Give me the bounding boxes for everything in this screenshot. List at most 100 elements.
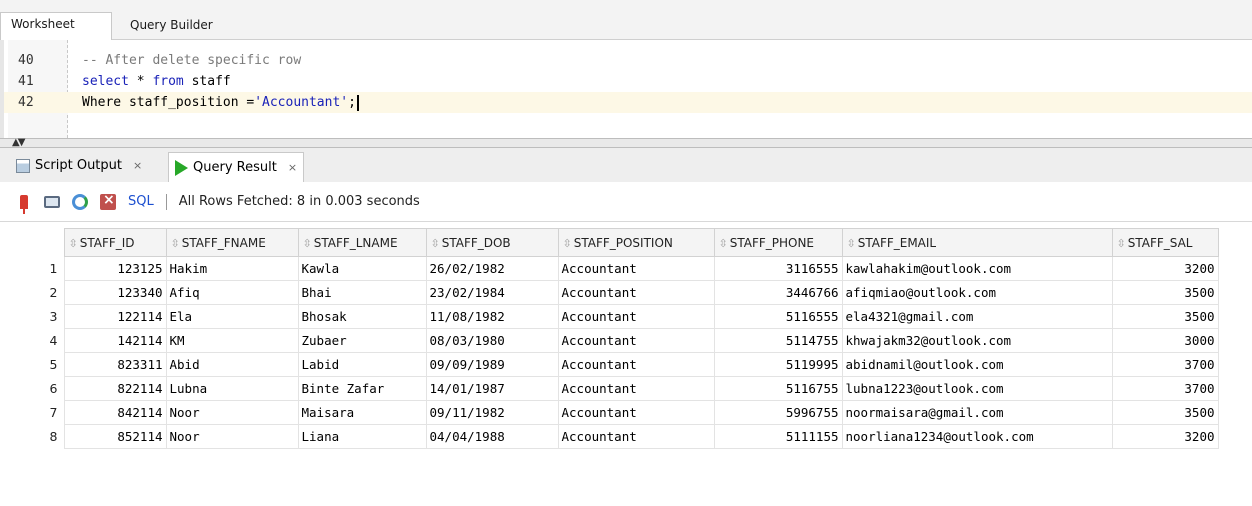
- table-row[interactable]: 7 842114 Noor Maisara 09/11/1982 Accountant 59…: [0, 400, 1219, 425]
- table-cell[interactable]: Zubaer: [297, 328, 427, 353]
- tab-script-output[interactable]: Script Output ×: [10, 152, 148, 180]
- table-cell[interactable]: 3200: [1111, 256, 1219, 281]
- table-cell[interactable]: Accountant: [557, 424, 715, 449]
- table-cell[interactable]: Labid: [297, 352, 427, 377]
- table-cell[interactable]: KM: [165, 328, 299, 353]
- code-line[interactable]: 42 Where staff_position ='Accountant';: [4, 92, 1252, 113]
- table-row[interactable]: 8 852114 Noor Liana 04/04/1988 Accountant 5111…: [0, 424, 1219, 449]
- table-row[interactable]: 4 142114 KM Zubaer 08/03/1980 Accountant 51147…: [0, 328, 1219, 353]
- sort-icon[interactable]: ⇳: [171, 237, 180, 250]
- table-cell[interactable]: Accountant: [557, 304, 715, 329]
- table-cell[interactable]: Bhai: [297, 280, 427, 305]
- table-cell[interactable]: lubna1223@outlook.com: [841, 376, 1113, 401]
- table-cell[interactable]: 5116555: [713, 304, 843, 329]
- table-cell[interactable]: Kawla: [297, 256, 427, 281]
- table-cell[interactable]: 822114: [63, 376, 167, 401]
- table-row[interactable]: 1 123125 Hakim Kawla 26/02/1982 Accountant 311…: [0, 256, 1219, 281]
- pin-icon[interactable]: [14, 192, 34, 214]
- print-icon[interactable]: [42, 192, 62, 212]
- table-cell[interactable]: Accountant: [557, 280, 715, 305]
- table-cell[interactable]: 3500: [1111, 304, 1219, 329]
- sort-icon[interactable]: ⇳: [303, 237, 312, 250]
- table-cell[interactable]: Abid: [165, 352, 299, 377]
- table-cell[interactable]: Accountant: [557, 328, 715, 353]
- table-row[interactable]: 5 823311 Abid Labid 09/09/1989 Accountant 5119…: [0, 352, 1219, 377]
- close-icon[interactable]: ×: [133, 152, 142, 180]
- table-cell[interactable]: kawlahakim@outlook.com: [841, 256, 1113, 281]
- table-cell[interactable]: 11/08/1982: [425, 304, 559, 329]
- table-cell[interactable]: 823311: [63, 352, 167, 377]
- table-cell[interactable]: Accountant: [557, 352, 715, 377]
- column-header-staff-position[interactable]: ⇳ STAFF_POSITION: [557, 228, 715, 257]
- sql-editor[interactable]: 40 -- After delete specific row 41 select *…: [0, 40, 1252, 138]
- close-icon[interactable]: ×: [288, 154, 297, 182]
- table-cell[interactable]: 26/02/1982: [425, 256, 559, 281]
- tab-query-result[interactable]: Query Result ×: [168, 152, 305, 182]
- tab-worksheet[interactable]: Worksheet: [0, 12, 112, 41]
- table-cell[interactable]: 5996755: [713, 400, 843, 425]
- table-cell[interactable]: 123125: [63, 256, 167, 281]
- code-line[interactable]: 41 select * from staff: [4, 71, 1252, 92]
- sort-icon[interactable]: ⇳: [847, 237, 856, 250]
- table-cell[interactable]: 09/09/1989: [425, 352, 559, 377]
- table-cell[interactable]: 09/11/1982: [425, 400, 559, 425]
- table-cell[interactable]: Ela: [165, 304, 299, 329]
- table-row[interactable]: 3 122114 Ela Bhosak 11/08/1982 Accountant 5116…: [0, 304, 1219, 329]
- table-cell[interactable]: 3000: [1111, 328, 1219, 353]
- column-header-staff-id[interactable]: ⇳ STAFF_ID: [63, 228, 167, 257]
- table-cell[interactable]: 3700: [1111, 352, 1219, 377]
- table-cell[interactable]: Accountant: [557, 376, 715, 401]
- table-cell[interactable]: 3500: [1111, 400, 1219, 425]
- table-cell[interactable]: Lubna: [165, 376, 299, 401]
- column-header-staff-email[interactable]: ⇳ STAFF_EMAIL: [841, 228, 1113, 257]
- pane-splitter[interactable]: ▲▼: [0, 137, 1252, 148]
- table-cell[interactable]: Accountant: [557, 256, 715, 281]
- table-cell[interactable]: Binte Zafar: [297, 376, 427, 401]
- table-cell[interactable]: Afiq: [165, 280, 299, 305]
- sort-icon[interactable]: ⇳: [563, 237, 572, 250]
- table-cell[interactable]: 842114: [63, 400, 167, 425]
- sql-delete-icon[interactable]: [98, 192, 118, 212]
- table-cell[interactable]: 3500: [1111, 280, 1219, 305]
- table-cell[interactable]: khwajakm32@outlook.com: [841, 328, 1113, 353]
- code-line[interactable]: 40 -- After delete specific row: [4, 50, 1252, 71]
- column-header-staff-fname[interactable]: ⇳ STAFF_FNAME: [165, 228, 299, 257]
- table-cell[interactable]: 852114: [63, 424, 167, 449]
- table-cell[interactable]: 5116755: [713, 376, 843, 401]
- refresh-icon[interactable]: [70, 192, 90, 212]
- tab-query-builder[interactable]: Query Builder: [120, 14, 223, 36]
- sort-icon[interactable]: ⇳: [719, 237, 728, 250]
- table-cell[interactable]: noormaisara@gmail.com: [841, 400, 1113, 425]
- table-cell[interactable]: 5119995: [713, 352, 843, 377]
- result-grid[interactable]: ⇳ STAFF_ID ⇳ STAFF_FNAME ⇳ STAFF_LNAME ⇳ STAFF_…: [0, 222, 1252, 506]
- column-header-staff-phone[interactable]: ⇳ STAFF_PHONE: [713, 228, 843, 257]
- splitter-arrows-icon[interactable]: ▲▼: [12, 137, 25, 148]
- table-row[interactable]: 6 822114 Lubna Binte Zafar 14/01/1987 Account…: [0, 376, 1219, 401]
- table-cell[interactable]: Bhosak: [297, 304, 427, 329]
- table-cell[interactable]: 23/02/1984: [425, 280, 559, 305]
- table-cell[interactable]: 3700: [1111, 376, 1219, 401]
- table-cell[interactable]: abidnamil@outlook.com: [841, 352, 1113, 377]
- table-cell[interactable]: 14/01/1987: [425, 376, 559, 401]
- column-header-staff-dob[interactable]: ⇳ STAFF_DOB: [425, 228, 559, 257]
- table-cell[interactable]: Noor: [165, 400, 299, 425]
- table-cell[interactable]: Liana: [297, 424, 427, 449]
- table-cell[interactable]: Noor: [165, 424, 299, 449]
- column-header-staff-lname[interactable]: ⇳ STAFF_LNAME: [297, 228, 427, 257]
- sort-icon[interactable]: ⇳: [431, 237, 440, 250]
- table-cell[interactable]: 08/03/1980: [425, 328, 559, 353]
- table-cell[interactable]: 142114: [63, 328, 167, 353]
- table-cell[interactable]: 3446766: [713, 280, 843, 305]
- sql-link[interactable]: SQL: [128, 194, 154, 209]
- sort-icon[interactable]: ⇳: [1117, 237, 1126, 250]
- sort-icon[interactable]: ⇳: [69, 237, 78, 250]
- table-cell[interactable]: 5114755: [713, 328, 843, 353]
- column-header-staff-sal[interactable]: ⇳ STAFF_SAL: [1111, 228, 1219, 257]
- table-cell[interactable]: 5111155: [713, 424, 843, 449]
- table-cell[interactable]: afiqmiao@outlook.com: [841, 280, 1113, 305]
- table-cell[interactable]: ela4321@gmail.com: [841, 304, 1113, 329]
- table-cell[interactable]: 04/04/1988: [425, 424, 559, 449]
- table-cell[interactable]: 3116555: [713, 256, 843, 281]
- table-cell[interactable]: 122114: [63, 304, 167, 329]
- table-cell[interactable]: Maisara: [297, 400, 427, 425]
